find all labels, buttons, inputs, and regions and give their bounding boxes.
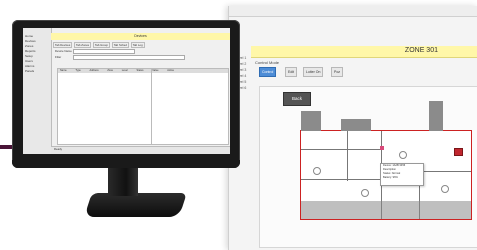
grid-header: Name Type Address Zone Level Status Valu… xyxy=(58,69,228,73)
app-tab[interactable]: Tab Log xyxy=(130,42,145,48)
app-sidebar: Home Devices Zones Reports Setup Users A… xyxy=(23,28,52,154)
status-text: Ready xyxy=(54,147,63,151)
wall-line xyxy=(347,131,348,181)
wall-block xyxy=(341,119,371,131)
poz-button[interactable]: Poz xyxy=(331,67,344,77)
sensor-icon[interactable] xyxy=(361,189,369,197)
app-title: Devices xyxy=(51,33,230,40)
edit-button[interactable]: Edit xyxy=(285,67,298,77)
monitor-screen: Home Devices Zones Reports Setup Users A… xyxy=(23,28,230,154)
loiter-on-button[interactable]: Loiter On xyxy=(303,67,324,77)
floorplan-toolbar: Control Mode Control Edit Loiter On Poz xyxy=(251,59,477,79)
device-name-input[interactable] xyxy=(73,49,135,54)
sidebar-item[interactable]: Panels xyxy=(23,69,51,74)
app-tabs: Tab Devices Tab Zones Tab Group Tab Sche… xyxy=(53,42,223,48)
app-tab[interactable]: Tab Group xyxy=(92,42,110,48)
app-tab[interactable]: Tab Devices xyxy=(53,42,73,48)
column-header[interactable]: Active xyxy=(165,69,174,72)
sensor-icon[interactable] xyxy=(441,185,449,193)
wall-block xyxy=(301,201,471,219)
device-grid[interactable]: Name Type Address Zone Level Status Valu… xyxy=(57,68,229,145)
filter-input[interactable] xyxy=(73,55,185,60)
monitor-stand-neck xyxy=(108,168,138,196)
back-button[interactable]: Back xyxy=(283,92,311,106)
column-header[interactable]: Status xyxy=(134,69,143,72)
tooltip-line: Battery: 96% xyxy=(383,176,398,179)
app-tab[interactable]: Tab Zones xyxy=(74,42,92,48)
control-button[interactable]: Control xyxy=(259,67,277,77)
column-header[interactable]: Name xyxy=(58,69,67,72)
column-header[interactable]: Level xyxy=(120,69,128,72)
zone-title-bar: ZONE 301 xyxy=(251,46,477,58)
device-marker-icon[interactable] xyxy=(380,146,384,150)
app-form: Device Name Filter xyxy=(55,49,220,65)
app-tab[interactable]: Tab Sched xyxy=(111,42,129,48)
device-tooltip: Device: 1A2B 3456 Description Status: No… xyxy=(380,163,424,186)
toolbar-label: Control Mode xyxy=(255,60,280,65)
wall-block xyxy=(301,111,321,131)
form-label: Filter xyxy=(55,55,62,59)
column-header[interactable]: Zone xyxy=(105,69,113,72)
monitor-chin xyxy=(12,160,240,168)
column-header[interactable]: Type xyxy=(73,69,80,72)
wall-block xyxy=(429,101,443,131)
wall-line xyxy=(301,149,381,150)
form-label: Device Name xyxy=(55,49,72,53)
column-header[interactable]: Address xyxy=(88,69,99,72)
sensor-icon[interactable] xyxy=(399,151,407,159)
alarm-marker-icon[interactable] xyxy=(454,148,463,156)
sensor-icon[interactable] xyxy=(313,167,321,175)
floorplan-titlebar xyxy=(229,6,477,17)
grid-divider xyxy=(151,69,152,144)
zone-title: ZONE 301 xyxy=(404,47,438,54)
monitor-stand-foot xyxy=(84,193,187,217)
status-bar: Ready xyxy=(51,146,230,154)
wall-line xyxy=(301,179,381,180)
